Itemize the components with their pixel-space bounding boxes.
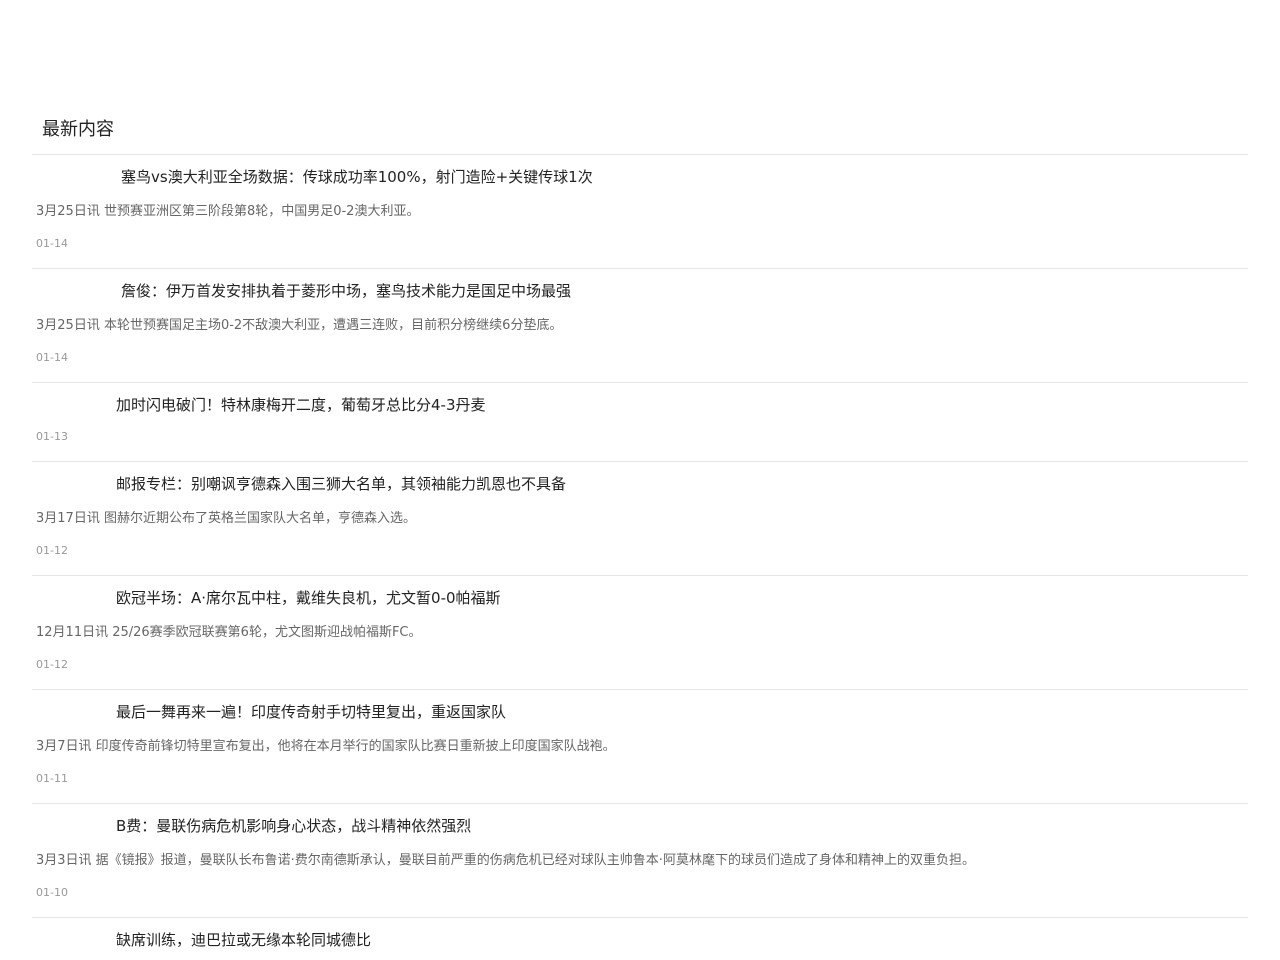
news-item: 缺席训练，迪巴拉或无缘本轮同城德比 [32,918,1248,960]
news-item: 詹俊：伊万首发安排执着于菱形中场，塞鸟技术能力是国足中场最强 3月25日讯 本轮… [32,269,1248,383]
news-title-link[interactable]: 詹俊：伊万首发安排执着于菱形中场，塞鸟技术能力是国足中场最强 [121,281,571,301]
page: 最新内容 塞鸟vs澳大利亚全场数据：传球成功率100%，射门造险+关键传球1次 … [0,0,1280,960]
news-summary: 3月25日讯 世预赛亚洲区第三阶段第8轮，中国男足0-2澳大利亚。 [36,204,420,219]
section-title: 最新内容 [42,118,114,140]
news-item: 邮报专栏：别嘲讽亨德森入围三狮大名单，其领袖能力凯恩也不具备 3月17日讯 图赫… [32,462,1248,576]
news-item: 塞鸟vs澳大利亚全场数据：传球成功率100%，射门造险+关键传球1次 3月25日… [32,155,1248,269]
news-date: 01-11 [36,772,68,785]
news-title-link[interactable]: 加时闪电破门！特林康梅开二度，葡萄牙总比分4-3丹麦 [116,395,486,415]
news-summary: 3月7日讯 印度传奇前锋切特里宣布复出，他将在本月举行的国家队比赛日重新披上印度… [36,739,616,754]
news-item: 加时闪电破门！特林康梅开二度，葡萄牙总比分4-3丹麦 01-13 [32,383,1248,462]
news-date: 01-13 [36,430,68,443]
news-title-link[interactable]: 欧冠半场：A·席尔瓦中柱，戴维失良机，尤文暂0-0帕福斯 [116,588,501,608]
news-title-link[interactable]: 塞鸟vs澳大利亚全场数据：传球成功率100%，射门造险+关键传球1次 [121,167,593,187]
news-summary: 3月17日讯 图赫尔近期公布了英格兰国家队大名单，亨德森入选。 [36,511,416,526]
news-item: B费：曼联伤病危机影响身心状态，战斗精神依然强烈 3月3日讯 据《镜报》报道，曼… [32,804,1248,918]
section-header: 最新内容 [32,104,1248,155]
news-title-link[interactable]: 缺席训练，迪巴拉或无缘本轮同城德比 [116,930,371,950]
news-title-link[interactable]: B费：曼联伤病危机影响身心状态，战斗精神依然强烈 [116,816,471,836]
news-item: 欧冠半场：A·席尔瓦中柱，戴维失良机，尤文暂0-0帕福斯 12月11日讯 25/… [32,576,1248,690]
news-title-link[interactable]: 邮报专栏：别嘲讽亨德森入围三狮大名单，其领袖能力凯恩也不具备 [116,474,566,494]
latest-content-section: 最新内容 塞鸟vs澳大利亚全场数据：传球成功率100%，射门造险+关键传球1次 … [32,104,1248,960]
news-date: 01-14 [36,351,68,364]
news-list: 塞鸟vs澳大利亚全场数据：传球成功率100%，射门造险+关键传球1次 3月25日… [32,155,1248,960]
news-summary: 3月25日讯 本轮世预赛国足主场0-2不敌澳大利亚，遭遇三连败，目前积分榜继续6… [36,318,563,333]
news-date: 01-12 [36,544,68,557]
news-date: 01-14 [36,237,68,250]
news-summary: 12月11日讯 25/26赛季欧冠联赛第6轮，尤文图斯迎战帕福斯FC。 [36,625,422,640]
news-date: 01-10 [36,886,68,899]
news-date: 01-12 [36,658,68,671]
news-item: 最后一舞再来一遍！印度传奇射手切特里复出，重返国家队 3月7日讯 印度传奇前锋切… [32,690,1248,804]
news-summary: 3月3日讯 据《镜报》报道，曼联队长布鲁诺·费尔南德斯承认，曼联目前严重的伤病危… [36,853,975,868]
news-title-link[interactable]: 最后一舞再来一遍！印度传奇射手切特里复出，重返国家队 [116,702,506,722]
